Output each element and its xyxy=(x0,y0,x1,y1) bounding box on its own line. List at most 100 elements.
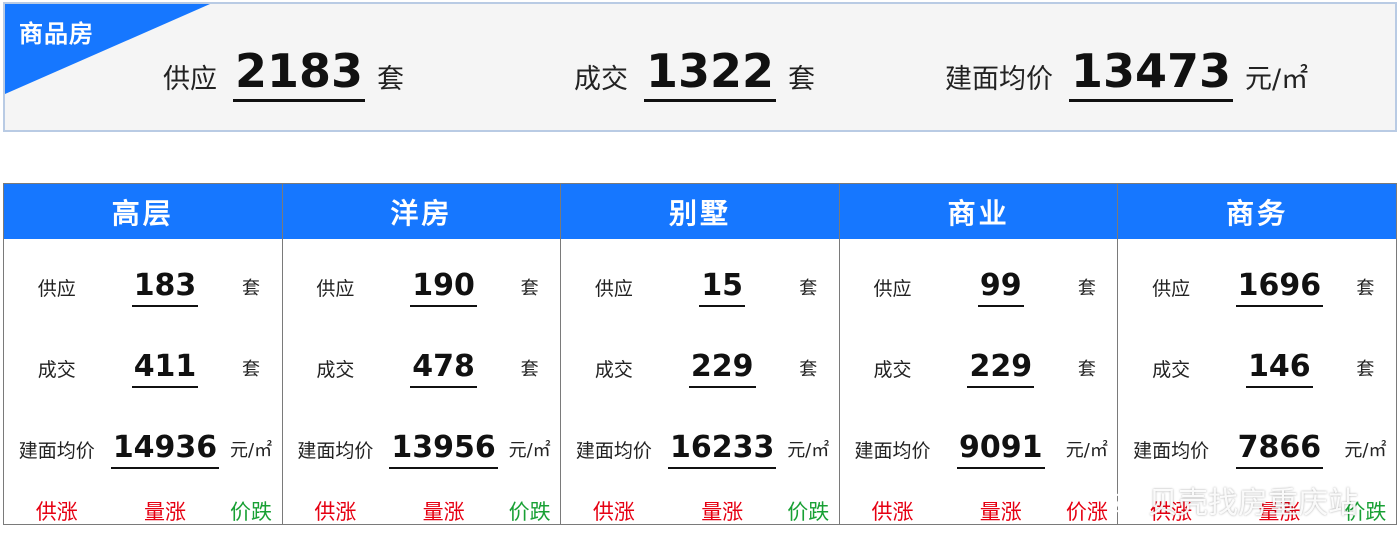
price-value: 7866 xyxy=(1235,429,1324,469)
supply-label: 供应 xyxy=(594,277,633,300)
price-label: 建面均价 xyxy=(854,439,931,462)
trend-supply: 供涨 xyxy=(35,500,78,524)
category-header: 别墅 xyxy=(561,184,839,239)
trend-volume: 量涨 xyxy=(701,500,744,524)
category-table: 高层 供应 183 套 成交 411 套 建面均价 14936 元/㎡ 供涨 量… xyxy=(3,183,1397,525)
deal-label: 成交 xyxy=(1152,358,1191,381)
price-label: 建面均价 xyxy=(575,439,652,462)
price-value: 13956 xyxy=(389,429,498,469)
trend-volume: 量涨 xyxy=(1258,500,1301,524)
trend-volume: 量涨 xyxy=(422,500,465,524)
deal-value: 478 xyxy=(410,348,477,388)
supply-label: 供应 xyxy=(873,277,912,300)
summary-supply-value: 2183 xyxy=(233,43,366,102)
supply-row: 供应 183 套 xyxy=(4,262,282,312)
deal-row: 成交 478 套 xyxy=(283,343,561,393)
deal-value: 229 xyxy=(688,348,756,388)
supply-row: 供应 15 套 xyxy=(561,262,839,312)
trend-row: 供涨 量涨 价跌 xyxy=(4,496,282,526)
summary-price-label: 建面均价 xyxy=(945,64,1053,95)
supply-value: 99 xyxy=(977,267,1024,307)
supply-value: 1696 xyxy=(1235,267,1324,307)
summary-deal-value: 1322 xyxy=(644,43,777,102)
summary-price-unit: 元/㎡ xyxy=(1245,64,1309,95)
price-row: 建面均价 13956 元/㎡ xyxy=(283,424,561,474)
price-unit: 元/㎡ xyxy=(230,440,273,461)
summary-supply-unit: 套 xyxy=(377,64,405,95)
supply-value: 15 xyxy=(699,267,746,307)
category-column-office: 商务 供应 1696 套 成交 146 套 建面均价 7866 元/㎡ 供涨 量… xyxy=(1118,184,1396,524)
category-column-commercial: 商业 供应 99 套 成交 229 套 建面均价 9091 元/㎡ 供涨 量涨 … xyxy=(839,184,1119,526)
category-column-garden-house: 洋房 供应 190 套 成交 478 套 建面均价 13956 元/㎡ 供涨 量… xyxy=(282,184,562,526)
supply-row: 供应 190 套 xyxy=(283,262,561,312)
deal-unit: 套 xyxy=(1356,359,1375,380)
deal-label: 成交 xyxy=(873,358,912,381)
deal-value: 229 xyxy=(967,348,1035,388)
trend-volume: 量涨 xyxy=(979,500,1022,524)
category-column-high-rise: 高层 供应 183 套 成交 411 套 建面均价 14936 元/㎡ 供涨 量… xyxy=(4,184,283,524)
supply-label: 供应 xyxy=(1152,277,1191,300)
category-header: 商业 xyxy=(839,184,1118,239)
supply-unit: 套 xyxy=(799,278,818,299)
deal-row: 成交 229 套 xyxy=(561,343,839,393)
supply-value: 190 xyxy=(410,267,477,307)
supply-unit: 套 xyxy=(520,278,539,299)
summary-deal-label: 成交 xyxy=(574,64,628,95)
price-unit: 元/㎡ xyxy=(1344,440,1387,461)
supply-label: 供应 xyxy=(37,277,76,300)
supply-unit: 套 xyxy=(242,278,261,299)
category-header: 洋房 xyxy=(282,184,561,239)
summary-banner: 商品房 供应 2183 套 成交 1322 套 建面均价 13473 元/㎡ xyxy=(3,2,1397,132)
deal-row: 成交 411 套 xyxy=(4,343,282,393)
deal-row: 成交 229 套 xyxy=(840,343,1118,393)
supply-row: 供应 1696 套 xyxy=(1118,262,1396,312)
category-header: 高层 xyxy=(4,184,282,239)
trend-supply: 供涨 xyxy=(592,500,635,524)
deal-value: 146 xyxy=(1246,348,1313,388)
deal-value: 411 xyxy=(131,348,199,388)
deal-unit: 套 xyxy=(799,359,818,380)
price-value: 16233 xyxy=(668,429,777,469)
price-row: 建面均价 9091 元/㎡ xyxy=(840,424,1118,474)
summary-supply: 供应 2183 套 xyxy=(163,42,404,102)
deal-row: 成交 146 套 xyxy=(1118,343,1396,393)
summary-price-value: 13473 xyxy=(1069,43,1234,102)
summary-deal: 成交 1322 套 xyxy=(574,42,815,102)
trend-supply: 供涨 xyxy=(1150,500,1193,524)
price-label: 建面均价 xyxy=(18,439,95,462)
deal-label: 成交 xyxy=(37,358,76,381)
supply-unit: 套 xyxy=(1356,278,1375,299)
deal-unit: 套 xyxy=(520,359,539,380)
supply-label: 供应 xyxy=(316,277,355,300)
supply-value: 183 xyxy=(131,267,199,307)
trend-price: 价跌 xyxy=(508,500,551,524)
trend-price: 价涨 xyxy=(1065,500,1108,524)
trend-row: 供涨 量涨 价跌 xyxy=(283,496,561,526)
supply-unit: 套 xyxy=(1077,278,1096,299)
trend-price: 价跌 xyxy=(1344,500,1387,524)
trend-row: 供涨 量涨 价跌 xyxy=(561,496,839,526)
price-value: 9091 xyxy=(957,429,1045,469)
price-row: 建面均价 16233 元/㎡ xyxy=(561,424,839,474)
price-label: 建面均价 xyxy=(297,439,374,462)
price-unit: 元/㎡ xyxy=(1065,440,1108,461)
trend-price: 价跌 xyxy=(230,500,273,524)
trend-volume: 量涨 xyxy=(144,500,186,524)
tag-label: 商品房 xyxy=(19,20,94,48)
price-row: 建面均价 14936 元/㎡ xyxy=(4,424,282,474)
price-label: 建面均价 xyxy=(1133,439,1210,462)
trend-supply: 供涨 xyxy=(314,500,357,524)
deal-label: 成交 xyxy=(594,358,633,381)
summary-price: 建面均价 13473 元/㎡ xyxy=(945,42,1308,102)
summary-supply-label: 供应 xyxy=(163,64,217,95)
trend-price: 价跌 xyxy=(787,500,830,524)
price-unit: 元/㎡ xyxy=(508,440,551,461)
category-column-villa: 别墅 供应 15 套 成交 229 套 建面均价 16233 元/㎡ 供涨 量涨… xyxy=(561,184,840,524)
price-value: 14936 xyxy=(110,429,220,469)
deal-unit: 套 xyxy=(1077,359,1096,380)
deal-label: 成交 xyxy=(316,358,355,381)
trend-row: 供涨 量涨 价涨 xyxy=(840,496,1118,526)
summary-deal-unit: 套 xyxy=(788,64,816,95)
deal-unit: 套 xyxy=(242,359,261,380)
category-header: 商务 xyxy=(1118,184,1396,239)
